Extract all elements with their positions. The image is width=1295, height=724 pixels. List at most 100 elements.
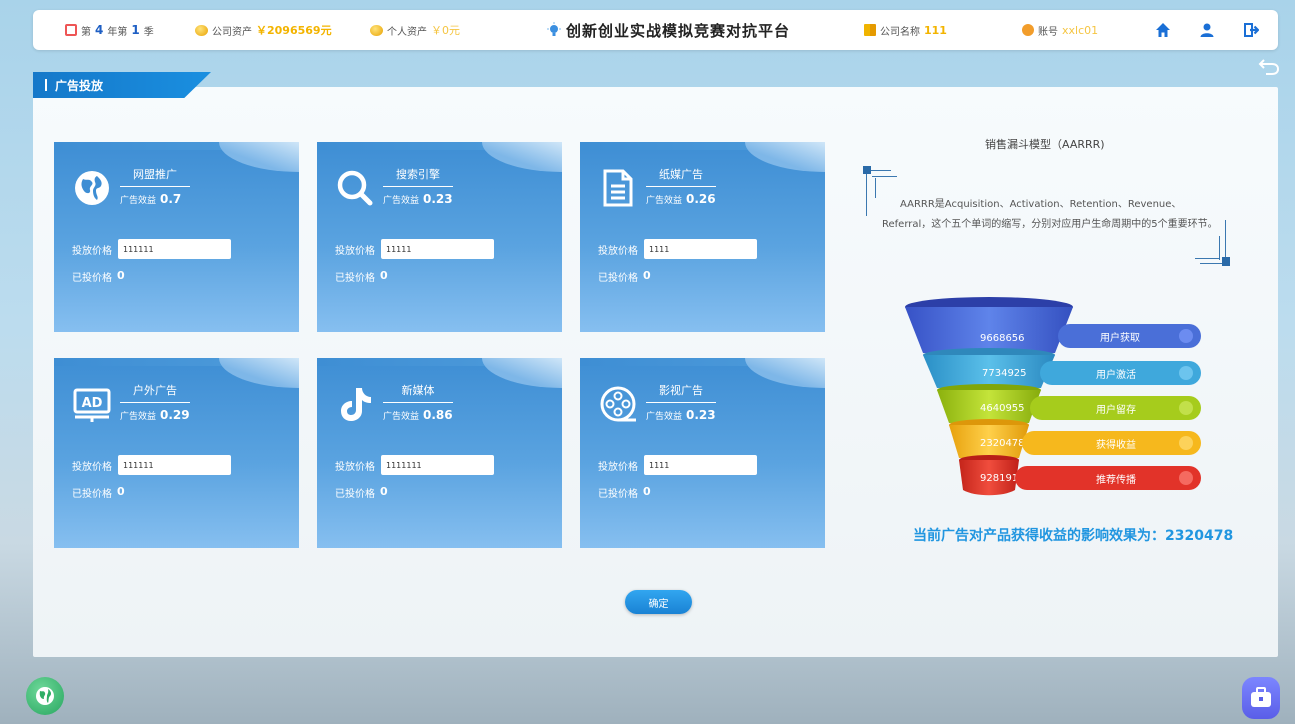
placed-value: 0 bbox=[117, 485, 125, 498]
price-input[interactable] bbox=[381, 455, 494, 475]
card-effect: 广告效益 0.7 bbox=[120, 192, 181, 206]
placed-value: 0 bbox=[643, 485, 651, 498]
placed-label: 已投价格 bbox=[598, 489, 638, 500]
placed-value: 0 bbox=[380, 485, 388, 498]
briefcase-float-button[interactable] bbox=[1242, 677, 1280, 719]
funnel-stage-label: 获得收益 bbox=[1096, 439, 1136, 451]
card-page-curl bbox=[745, 142, 825, 172]
ad-card-new-media: 新媒体 广告效益 0.86 投放价格 已投价格 0 bbox=[317, 358, 562, 548]
placed-value: 0 bbox=[643, 269, 651, 282]
company-assets: 公司资产 ￥2096569元 bbox=[195, 10, 332, 50]
price-label: 投放价格 bbox=[598, 461, 638, 473]
confirm-button[interactable]: 确定 bbox=[625, 590, 692, 614]
ad-card-outdoor: AD 户外广告 广告效益 0.29 投放价格 已投价格 0 bbox=[54, 358, 299, 548]
lightbulb-icon bbox=[547, 22, 561, 36]
card-title: 网盟推广 bbox=[120, 166, 190, 187]
deco-line bbox=[871, 170, 891, 171]
price-input[interactable] bbox=[644, 455, 757, 475]
card-effect: 广告效益 0.86 bbox=[383, 408, 453, 422]
coin-icon bbox=[195, 24, 208, 36]
placed-label: 已投价格 bbox=[335, 489, 375, 500]
placed-row: 已投价格 0 bbox=[598, 269, 651, 284]
deco-line bbox=[1219, 236, 1220, 260]
home-icon[interactable] bbox=[1155, 22, 1171, 38]
account-label: 账号 bbox=[1038, 26, 1058, 38]
back-arrow-icon[interactable] bbox=[1258, 56, 1280, 78]
effect-label: 广告效益 bbox=[120, 412, 157, 422]
card-page-curl bbox=[482, 358, 562, 388]
funnel-description: AARRR是Acquisition、Activation、Retention、R… bbox=[882, 199, 1218, 230]
funnel-stage-value: 2320478 bbox=[980, 438, 1025, 449]
funnel-stage-label: 推荐传播 bbox=[1096, 474, 1136, 486]
card-page-curl bbox=[482, 142, 562, 172]
personal-assets-label: 个人资产 bbox=[387, 26, 427, 38]
company-name-label: 公司名称 bbox=[880, 26, 920, 38]
ad-card-network-alliance: 网盟推广 广告效益 0.7 投放价格 已投价格 0 bbox=[54, 142, 299, 332]
deco-line bbox=[1195, 258, 1219, 259]
season-unit: 季 bbox=[143, 26, 154, 38]
ad-card-film-tv: 影视广告 广告效益 0.23 投放价格 已投价格 0 bbox=[580, 358, 825, 548]
stage-dot bbox=[1179, 366, 1193, 380]
funnel-stage-label: 用户获取 bbox=[1100, 332, 1140, 344]
price-input[interactable] bbox=[381, 239, 494, 259]
price-input[interactable] bbox=[644, 239, 757, 259]
effect-label: 广告效益 bbox=[646, 412, 683, 422]
card-title: 影视广告 bbox=[646, 382, 716, 403]
year-prefix: 第 bbox=[81, 26, 91, 38]
svg-text:AD: AD bbox=[82, 396, 103, 411]
ad-effect-result: 当前广告对产品获得收益的影响效果为：2320478 bbox=[913, 528, 1234, 544]
building-icon bbox=[864, 24, 876, 36]
price-row: 投放价格 bbox=[335, 239, 494, 259]
tiktok-icon bbox=[341, 388, 371, 421]
personal-assets: 个人资产 ￥0元 bbox=[370, 10, 460, 50]
placed-row: 已投价格 0 bbox=[335, 485, 388, 500]
panel-tab: 广告投放 bbox=[33, 72, 211, 98]
document-icon bbox=[603, 169, 633, 207]
card-title: 纸媒广告 bbox=[646, 166, 716, 187]
placed-value: 0 bbox=[117, 269, 125, 282]
deco-line bbox=[872, 176, 897, 177]
card-effect: 广告效益 0.23 bbox=[646, 408, 716, 422]
platform-title-text: 创新创业实战模拟竞赛对抗平台 bbox=[566, 21, 791, 40]
stage-dot bbox=[1179, 436, 1193, 450]
placed-value: 0 bbox=[380, 269, 388, 282]
personal-assets-value: ￥0元 bbox=[431, 24, 460, 37]
card-edge bbox=[317, 358, 487, 366]
globe-float-button[interactable] bbox=[26, 677, 64, 715]
season-number: 1 bbox=[131, 23, 140, 37]
card-effect: 广告效益 0.29 bbox=[120, 408, 190, 422]
effect-value: 0.26 bbox=[686, 192, 716, 206]
card-effect: 广告效益 0.26 bbox=[646, 192, 716, 206]
card-title: 户外广告 bbox=[120, 382, 190, 403]
effect-value: 0.29 bbox=[160, 408, 190, 422]
season-indicator: 第 4 年第 1 季 bbox=[65, 10, 154, 50]
price-input[interactable] bbox=[118, 239, 231, 259]
ad-card-search-engine: 搜索引擎 广告效益 0.23 投放价格 已投价格 0 bbox=[317, 142, 562, 332]
price-label: 投放价格 bbox=[598, 245, 638, 257]
card-edge bbox=[317, 142, 487, 150]
globe-icon bbox=[75, 171, 109, 205]
tab-bar-decoration bbox=[45, 79, 47, 91]
price-label: 投放价格 bbox=[335, 245, 375, 257]
stage-dot bbox=[1179, 401, 1193, 415]
price-input[interactable] bbox=[118, 455, 231, 475]
company-name: 公司名称 111 bbox=[864, 10, 947, 50]
card-edge bbox=[580, 358, 750, 366]
globe-icon bbox=[36, 687, 54, 705]
effect-label: 广告效益 bbox=[646, 196, 683, 206]
stage-dot bbox=[1179, 329, 1193, 343]
price-row: 投放价格 bbox=[335, 455, 494, 475]
logout-icon[interactable] bbox=[1243, 22, 1259, 38]
price-row: 投放价格 bbox=[72, 239, 231, 259]
price-label: 投放价格 bbox=[335, 461, 375, 473]
film-reel-icon bbox=[600, 386, 636, 422]
card-title: 新媒体 bbox=[383, 382, 453, 403]
funnel-stage-acquisition: 用户获取 bbox=[1058, 324, 1201, 348]
card-page-curl bbox=[219, 358, 299, 388]
user-icon[interactable] bbox=[1199, 22, 1215, 38]
search-icon bbox=[337, 170, 373, 206]
funnel-stage-revenue: 获得收益 bbox=[1022, 431, 1201, 455]
account-icon bbox=[1022, 24, 1034, 36]
price-row: 投放价格 bbox=[598, 239, 757, 259]
effect-value: 0.23 bbox=[686, 408, 716, 422]
